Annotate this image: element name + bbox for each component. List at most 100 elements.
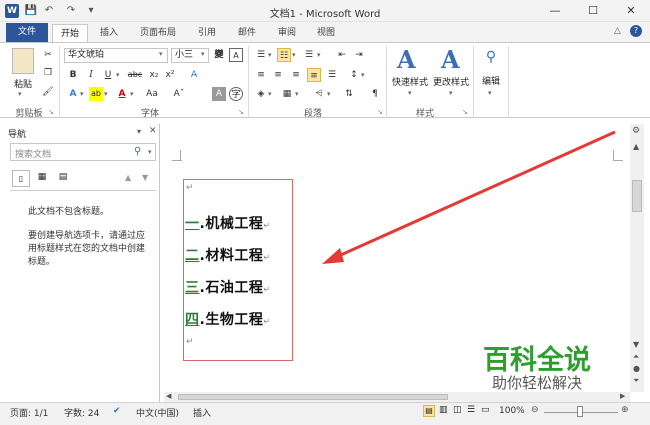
change-styles-button[interactable]: 更改样式 [431, 75, 471, 88]
shading-dropdown-icon[interactable]: ▾ [268, 89, 272, 99]
borders-dropdown-icon[interactable]: ▾ [295, 89, 299, 99]
underline-icon[interactable]: U [101, 68, 115, 82]
tab-file[interactable]: 文件 [6, 23, 48, 42]
cut-icon[interactable]: ✂ [41, 48, 55, 62]
heading-item[interactable]: 四.生物工程↵ [185, 309, 271, 329]
decrease-indent-icon[interactable]: ⇤ [335, 48, 349, 62]
font-color-dropdown-icon[interactable]: ▾ [130, 89, 134, 99]
zoom-slider-thumb[interactable] [577, 406, 583, 417]
numbering-dropdown-icon[interactable]: ▾ [292, 50, 296, 60]
clipboard-paste-icon[interactable] [12, 48, 34, 74]
italic-icon[interactable]: I [84, 68, 98, 82]
chinese-layout-icon[interactable]: ⩤ [312, 87, 326, 101]
bullets-dropdown-icon[interactable]: ▾ [268, 50, 272, 60]
highlight-dropdown-icon[interactable]: ▾ [104, 89, 108, 99]
minimize-icon[interactable]: — [542, 3, 568, 19]
pane-options-dropdown-icon[interactable]: ▾ [137, 127, 141, 136]
justify-icon[interactable]: ≡ [307, 68, 321, 82]
clear-formatting-icon[interactable]: A̶ [187, 68, 201, 82]
pages-view-icon[interactable]: ▦ [33, 170, 51, 187]
font-size-dropdown-icon[interactable]: ▾ [201, 49, 205, 59]
zoom-out-icon[interactable]: ⊖ [531, 405, 539, 415]
web-layout-icon[interactable]: ◫ [453, 405, 462, 415]
close-icon[interactable]: ✕ [618, 3, 644, 19]
tab-references[interactable]: 引用 [190, 24, 224, 42]
previous-result-icon[interactable]: ▲ [125, 173, 131, 182]
shading-icon[interactable]: ◈ [254, 87, 268, 101]
character-border-icon[interactable]: A [229, 48, 243, 62]
change-styles-icon[interactable]: A [441, 45, 460, 74]
phonetic-guide-icon[interactable]: 變 [212, 48, 226, 62]
binoculars-icon[interactable]: ⚲ [482, 48, 500, 66]
zoom-level[interactable]: 100% [499, 406, 525, 416]
align-center-icon[interactable]: ≡ [271, 68, 285, 82]
quick-styles-icon[interactable]: A [397, 45, 416, 74]
headings-view-icon[interactable]: ▯ [12, 170, 30, 187]
multilevel-list-icon[interactable]: ☰ [302, 48, 316, 62]
page-count[interactable]: 页面: 1/1 [10, 406, 48, 419]
minimize-ribbon-icon[interactable]: △ [614, 26, 621, 36]
next-result-icon[interactable]: ▼ [142, 173, 148, 182]
show-formatting-marks-icon[interactable]: ¶ [368, 87, 382, 101]
enclose-characters-icon[interactable]: 字 [229, 87, 243, 101]
subscript-icon[interactable]: x₂ [147, 68, 161, 82]
ruler-toggle-icon[interactable]: ⚙ [632, 126, 640, 136]
tab-mailings[interactable]: 邮件 [230, 24, 264, 42]
paragraph-launcher-icon[interactable]: ↘ [377, 108, 383, 116]
font-launcher-icon[interactable]: ↘ [238, 108, 244, 116]
heading-item[interactable]: 三.石油工程↵ [185, 277, 271, 297]
text-effects-icon[interactable]: A [66, 87, 80, 101]
borders-icon[interactable]: ▦ [280, 87, 294, 101]
scroll-left-icon[interactable]: ◀ [166, 392, 171, 400]
next-page-icon[interactable]: ⏷ [633, 376, 639, 386]
styles-launcher-icon[interactable]: ↘ [462, 108, 468, 116]
heading-item[interactable]: 二.材料工程↵ [185, 245, 271, 265]
superscript-icon[interactable]: x² [163, 68, 177, 82]
full-screen-reading-icon[interactable]: ▥ [439, 405, 448, 415]
paste-button[interactable]: 粘贴 [8, 77, 38, 90]
numbering-icon[interactable]: ☷ [277, 48, 291, 62]
underline-dropdown-icon[interactable]: ▾ [116, 70, 120, 80]
font-name-dropdown-icon[interactable]: ▾ [159, 49, 163, 59]
font-name-combo[interactable]: 华文琥珀 [64, 48, 168, 63]
line-spacing-icon[interactable]: ↕ [347, 68, 361, 82]
clipboard-launcher-icon[interactable]: ↘ [48, 108, 54, 116]
shrink-font-icon[interactable]: Aˇ [172, 87, 186, 101]
chinese-layout-dropdown-icon[interactable]: ▾ [327, 89, 331, 99]
copy-icon[interactable]: ❐ [41, 66, 55, 80]
grow-font-icon[interactable]: Aa [145, 87, 159, 101]
format-painter-icon[interactable]: 🖌 [41, 85, 55, 99]
word-count[interactable]: 字数: 24 [64, 406, 99, 419]
select-browse-object-icon[interactable]: ● [633, 364, 640, 373]
proofing-icon[interactable]: ✔ [113, 406, 121, 416]
language-indicator[interactable]: 中文(中国) [136, 406, 179, 419]
close-pane-icon[interactable]: ✕ [149, 126, 157, 136]
heading-item[interactable]: 一.机械工程↵ [185, 213, 271, 233]
scroll-up-icon[interactable]: ▲ [633, 142, 639, 151]
distributed-icon[interactable]: ☰ [325, 68, 339, 82]
scroll-down-icon[interactable]: ▼ [633, 340, 639, 349]
increase-indent-icon[interactable]: ⇥ [352, 48, 366, 62]
outline-icon[interactable]: ☰ [467, 405, 475, 415]
tab-insert[interactable]: 插入 [92, 24, 126, 42]
maximize-icon[interactable]: ☐ [580, 3, 606, 19]
previous-page-icon[interactable]: ⏶ [633, 352, 639, 362]
tab-page-layout[interactable]: 页面布局 [132, 24, 184, 42]
draft-icon[interactable]: ▭ [481, 405, 490, 415]
search-icon[interactable]: ⚲ [134, 146, 141, 157]
print-layout-icon[interactable]: ▤ [423, 405, 435, 417]
font-color-icon[interactable]: A [115, 87, 129, 101]
vertical-scroll-thumb[interactable] [632, 180, 642, 212]
align-right-icon[interactable]: ≡ [289, 68, 303, 82]
editing-button[interactable]: 编辑 [477, 74, 505, 87]
quick-styles-button[interactable]: 快速样式 [390, 75, 430, 88]
help-icon[interactable]: ? [630, 25, 642, 37]
scroll-right-icon[interactable]: ▶ [620, 392, 625, 400]
search-options-dropdown-icon[interactable]: ▾ [148, 147, 152, 157]
editing-dropdown-icon[interactable]: ▾ [488, 88, 492, 98]
strikethrough-icon[interactable]: abc [126, 68, 144, 82]
results-view-icon[interactable]: ▤ [54, 170, 72, 187]
tab-review[interactable]: 审阅 [270, 24, 304, 42]
line-spacing-dropdown-icon[interactable]: ▾ [361, 70, 365, 80]
quick-styles-dropdown-icon[interactable]: ▾ [408, 88, 412, 98]
